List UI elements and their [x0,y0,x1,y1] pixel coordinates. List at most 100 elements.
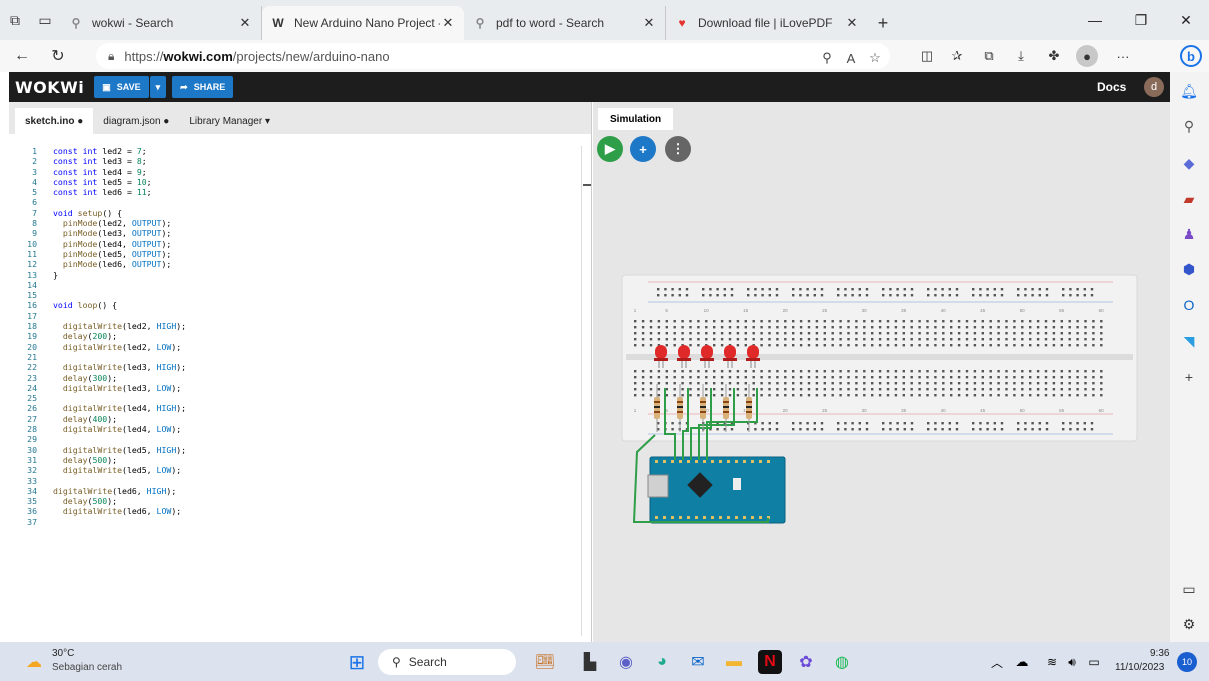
search-icon[interactable]: ⚲ [1180,117,1198,135]
code-line[interactable]: 25 [9,393,592,403]
code-line[interactable]: 27 delay(400); [9,414,592,424]
led[interactable] [701,345,713,359]
widget-food-icon[interactable]: 🍱︎ [527,650,563,674]
code-line[interactable]: 20 digitalWrite(led2, LOW); [9,342,592,352]
code-line[interactable]: 32 digitalWrite(led5, LOW); [9,465,592,475]
code-line[interactable]: 33 [9,476,592,486]
clock-time[interactable]: 9:36 [1150,648,1169,659]
code-line[interactable]: 6 [9,197,592,207]
code-line[interactable]: 16 void loop() { [9,300,592,310]
spotify-icon[interactable]: ◍ [830,650,854,674]
led[interactable] [678,345,690,359]
file-explorer-icon[interactable]: ▬ [722,650,746,674]
code-line[interactable]: 1 const int led2 = 7; [9,146,592,156]
close-window-icon[interactable]: ✕ [1163,0,1209,40]
store-icon[interactable]: ✿ [794,650,818,674]
shopping-tag-icon[interactable]: ◆ [1180,154,1198,172]
profile-icon[interactable]: ● [1076,45,1098,67]
tab-library-manager[interactable]: Library Manager ▾ [179,108,280,134]
read-aloud-icon[interactable]: A [840,47,862,69]
save-dropdown-button[interactable]: ▾ [149,76,167,98]
code-line[interactable]: 24 digitalWrite(led3, LOW); [9,383,592,393]
share-button[interactable]: ➦ SHARE [172,76,234,98]
code-line[interactable]: 13} [9,270,592,280]
weather-desc[interactable]: Sebagian cerah [52,662,122,673]
battery-icon[interactable]: ▭ [1082,650,1106,674]
volume-icon[interactable]: 🔊︎ [1060,650,1084,674]
scrollbar-thumb[interactable] [583,184,591,186]
close-tab-icon[interactable]: ✕ [440,15,456,31]
workspaces-icon[interactable]: ⧉ [0,0,30,40]
code-line[interactable]: 18 digitalWrite(led2, HIGH); [9,321,592,331]
code-line[interactable]: 31 delay(500); [9,455,592,465]
task-view-icon[interactable]: ▙ [578,650,602,674]
netflix-icon[interactable]: N [758,650,782,674]
zoom-icon[interactable]: ⚲ [816,47,838,69]
tray-overflow-icon[interactable]: ︿ [985,650,1009,674]
code-line[interactable]: 17 [9,311,592,321]
code-line[interactable]: 36 digitalWrite(led6, LOW); [9,506,592,516]
chat-icon[interactable]: ◉ [614,650,638,674]
office-icon[interactable]: ⬢ [1180,260,1198,278]
code-line[interactable]: 7 void setup() { [9,208,592,218]
user-avatar[interactable]: d [1144,77,1164,97]
tab-sketch-ino[interactable]: sketch.ino ● [15,108,94,134]
tab-simulation[interactable]: Simulation [598,108,674,130]
split-panel-icon[interactable]: ▭ [1180,580,1198,598]
favorite-star-icon[interactable]: ☆ [864,47,886,69]
run-simulation-button[interactable]: ▶ [597,136,623,162]
settings-icon[interactable]: ⚙ [1180,615,1198,633]
led[interactable] [655,345,667,359]
split-screen-icon[interactable]: ◫ [916,45,938,67]
favorites-icon[interactable]: ✰ [946,45,968,67]
weather-temp[interactable]: 30°C [52,648,74,659]
code-line[interactable]: 9 pinMode(led3, OUTPUT); [9,228,592,238]
add-part-button[interactable]: + [630,136,656,162]
arduino-nano-board[interactable] [649,456,786,524]
tab-actions-icon[interactable]: ▭ [30,0,60,40]
clock-date[interactable]: 11/10/2023 [1115,662,1164,673]
code-line[interactable]: 4 const int led5 = 10; [9,177,592,187]
code-line[interactable]: 22 digitalWrite(led3, HIGH); [9,362,592,372]
code-line[interactable]: 37 [9,517,592,527]
notification-badge[interactable]: 10 [1177,652,1197,672]
code-line[interactable]: 5 const int led6 = 11; [9,187,592,197]
code-area[interactable]: 1 const int led2 = 7; 2 const int led3 = 8;… [9,146,592,527]
tab-diagram-json[interactable]: diagram.json ● [93,108,179,134]
close-tab-icon[interactable]: ✕ [641,15,657,31]
code-line[interactable]: 14 [9,280,592,290]
taskbar-search-box[interactable]: ⚲ Search [378,649,516,675]
code-line[interactable]: 28 digitalWrite(led4, LOW); [9,424,592,434]
url-field[interactable]: 🔒︎ https://wokwi.com/projects/new/arduin… [96,43,890,69]
tab-ilovepdf[interactable]: ♥ Download file | iLovePDF ✕ [666,6,868,40]
new-tab-button[interactable]: + [868,6,898,40]
code-line[interactable]: 12 pinMode(led6, OUTPUT); [9,259,592,269]
close-tab-icon[interactable]: ✕ [844,15,860,31]
led[interactable] [747,345,759,359]
code-line[interactable]: 3 const int led4 = 9; [9,167,592,177]
code-line[interactable]: 21 [9,352,592,362]
tab-wokwi-project[interactable]: W New Arduino Nano Project - Wo ✕ [262,6,464,40]
tab-pdf-search[interactable]: ⚲ pdf to word - Search ✕ [464,6,666,40]
more-menu-icon[interactable]: ··· [1112,45,1134,67]
extensions-icon[interactable]: ✤ [1043,45,1065,67]
windows-start-icon[interactable]: ⊞ [345,650,369,674]
onedrive-icon[interactable]: ☁ [1010,650,1034,674]
code-line[interactable]: 30 digitalWrite(led5, HIGH); [9,445,592,455]
edge-browser-icon[interactable]: ◕ [650,650,674,674]
led[interactable] [724,345,736,359]
scrollbar-track[interactable] [581,146,591,636]
close-tab-icon[interactable]: ✕ [237,15,253,31]
code-line[interactable]: 19 delay(200); [9,331,592,341]
telegram-icon[interactable]: ◥ [1180,332,1198,350]
back-icon[interactable]: ← [8,42,36,70]
code-line[interactable]: 8 pinMode(led2, OUTPUT); [9,218,592,228]
code-line[interactable]: 34 digitalWrite(led6, HIGH); [9,486,592,496]
outlook-icon[interactable]: O [1180,296,1198,314]
code-line[interactable]: 35 delay(500); [9,496,592,506]
reset-button[interactable] [733,478,741,490]
code-line[interactable]: 11 pinMode(led5, OUTPUT); [9,249,592,259]
more-options-button[interactable]: ⋮ [665,136,691,162]
code-line[interactable]: 23 delay(300); [9,373,592,383]
refresh-icon[interactable]: ↻ [44,42,72,70]
